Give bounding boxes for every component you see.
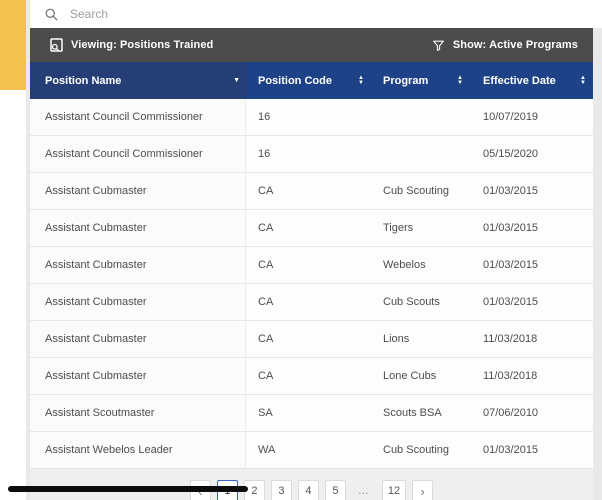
table-cell: CA xyxy=(258,370,274,382)
sort-icon[interactable]: ▲ ▼ xyxy=(457,75,463,86)
table-cell: Lone Cubs xyxy=(383,370,437,382)
table-cell: Lions xyxy=(383,333,410,345)
table-row: Assistant Cubmaster CA Webelos 01/03/2015 xyxy=(30,247,593,284)
table-cell: Tigers xyxy=(383,222,414,234)
search-icon xyxy=(44,7,59,22)
table-row: Assistant Scoutmaster SA Scouts BSA 07/06/2… xyxy=(30,395,593,432)
table-cell: 01/03/2015 xyxy=(483,296,539,308)
table-cell: Webelos xyxy=(383,259,426,271)
column-header-position-name[interactable]: Position Name ▼ xyxy=(30,62,246,99)
column-header-program[interactable]: Program ▲ ▼ xyxy=(375,62,470,99)
table-cell: 01/03/2015 xyxy=(483,259,539,271)
page-button-4[interactable]: 4 xyxy=(297,480,319,500)
sort-icon[interactable]: ▲ ▼ xyxy=(358,75,364,86)
table-row: Assistant Cubmaster CA Lions 11/03/2018 xyxy=(30,321,593,358)
table-cell: 01/03/2015 xyxy=(483,185,539,197)
column-header-position-code[interactable]: Position Code ▲ ▼ xyxy=(246,62,375,99)
table-cell: Assistant Scoutmaster xyxy=(30,395,246,431)
table-cell: 10/07/2019 xyxy=(483,111,539,123)
table-cell: Assistant Cubmaster xyxy=(30,321,246,357)
table-body: Assistant Council Commissioner 16 10/07/20… xyxy=(30,99,593,469)
redaction-bar xyxy=(8,486,248,492)
table-cell: CA xyxy=(258,296,274,308)
table-cell: 07/06/2010 xyxy=(483,407,539,419)
next-page-button[interactable]: › xyxy=(412,480,434,500)
table-cell: 05/15/2020 xyxy=(483,148,539,160)
table-row: Assistant Cubmaster CA Lone Cubs 11/03/2018 xyxy=(30,358,593,395)
table-header: Position Name ▼ Position Code ▲ ▼ Program… xyxy=(30,62,593,99)
table-cell: 01/03/2015 xyxy=(483,222,539,234)
page-button-12[interactable]: 12 xyxy=(381,480,407,500)
filter-icon xyxy=(432,39,445,52)
table-cell: CA xyxy=(258,333,274,345)
table-cell: CA xyxy=(258,259,274,271)
page-button-3[interactable]: 3 xyxy=(270,480,292,500)
table-row: Assistant Webelos Leader WA Cub Scouting 01… xyxy=(30,432,593,469)
table-cell: CA xyxy=(258,185,274,197)
table-cell: Assistant Cubmaster xyxy=(30,358,246,394)
viewing-selector[interactable]: Viewing: Positions Trained xyxy=(50,38,213,52)
table-cell: CA xyxy=(258,222,274,234)
column-label: Program xyxy=(383,74,429,87)
table-cell xyxy=(375,99,470,135)
viewing-label: Viewing: Positions Trained xyxy=(71,39,214,51)
table-cell: Assistant Council Commissioner xyxy=(30,99,246,135)
page-button-5[interactable]: 5 xyxy=(324,480,346,500)
column-label: Position Code xyxy=(258,74,332,87)
page-ellipsis: … xyxy=(357,485,370,497)
column-label: Position Name xyxy=(45,74,122,87)
show-filter[interactable]: Show: Active Programs xyxy=(432,39,578,52)
table-cell: Assistant Cubmaster xyxy=(30,210,246,246)
table-cell: SA xyxy=(258,407,273,419)
table-cell xyxy=(375,136,470,172)
toolbar: Viewing: Positions Trained Show: Active … xyxy=(30,28,593,62)
column-label: Effective Date xyxy=(483,74,556,87)
table-cell: Assistant Cubmaster xyxy=(30,284,246,320)
table-cell: Cub Scouting xyxy=(383,185,450,197)
table-cell: Cub Scouting xyxy=(383,444,450,456)
table-row: Assistant Council Commissioner 16 05/15/20… xyxy=(30,136,593,173)
search-bar xyxy=(30,0,602,28)
app-screen: Viewing: Positions Trained Show: Active … xyxy=(0,0,602,500)
table-cell: 01/03/2015 xyxy=(483,444,539,456)
table-cell: Assistant Webelos Leader xyxy=(30,432,246,468)
table-cell: Assistant Cubmaster xyxy=(30,173,246,209)
search-input[interactable] xyxy=(68,6,372,22)
table-row: Assistant Cubmaster CA Tigers 01/03/2015 xyxy=(30,210,593,247)
accent-bar xyxy=(0,0,26,90)
pagination: ‹12345…12› xyxy=(30,469,593,500)
column-header-effective-date[interactable]: Effective Date ▲ ▼ xyxy=(470,62,593,99)
table-cell: 16 xyxy=(258,148,271,160)
table-cell: WA xyxy=(258,444,276,456)
table-row: Assistant Council Commissioner 16 10/07/20… xyxy=(30,99,593,136)
table-row: Assistant Cubmaster CA Cub Scouting 01/03/2… xyxy=(30,173,593,210)
table-cell: Cub Scouts xyxy=(383,296,440,308)
find-in-page-icon xyxy=(50,38,63,52)
table-cell: Assistant Cubmaster xyxy=(30,247,246,283)
sort-icon[interactable]: ▲ ▼ xyxy=(580,75,586,86)
table-cell: 16 xyxy=(258,111,271,123)
table-cell: Scouts BSA xyxy=(383,407,442,419)
show-label: Show: Active Programs xyxy=(452,39,578,51)
table-cell: Assistant Council Commissioner xyxy=(30,136,246,172)
table-cell: 11/03/2018 xyxy=(483,370,538,382)
sort-desc-icon[interactable]: ▼ xyxy=(233,77,240,84)
content-card: Viewing: Positions Trained Show: Active … xyxy=(30,0,602,500)
table-row: Assistant Cubmaster CA Cub Scouts 01/03/201… xyxy=(30,284,593,321)
table-cell: 11/03/2018 xyxy=(483,333,538,345)
